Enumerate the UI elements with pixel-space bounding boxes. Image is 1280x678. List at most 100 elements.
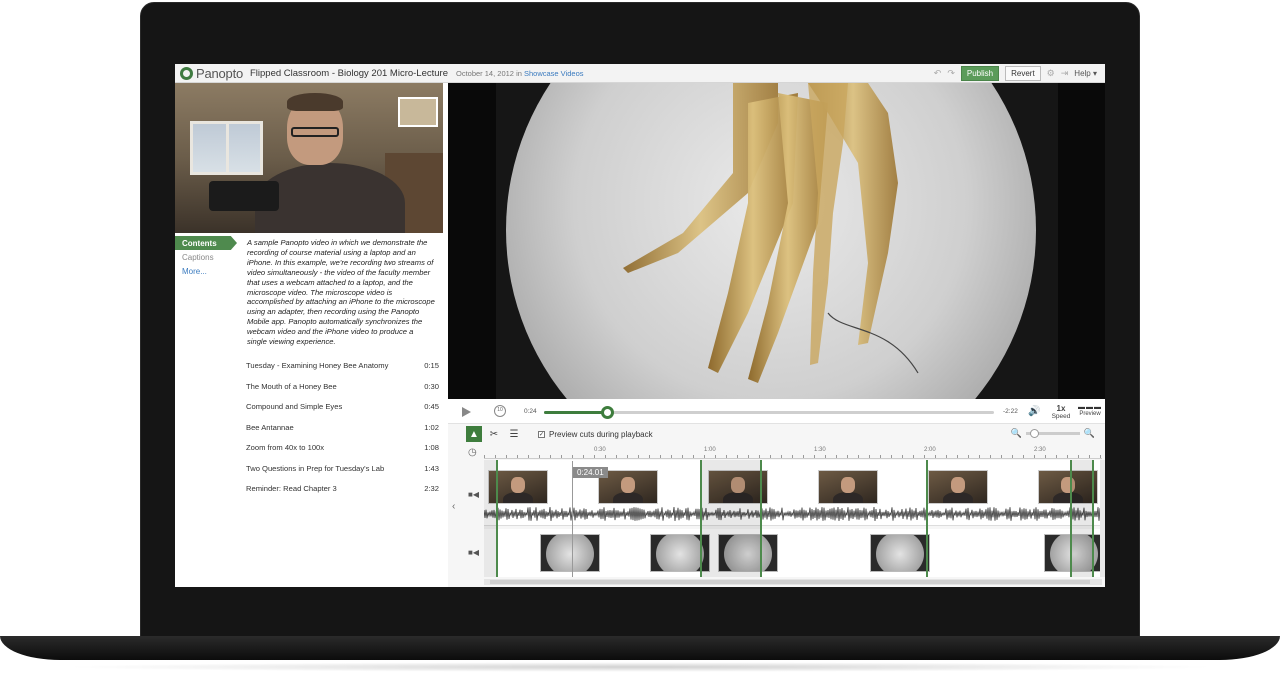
timeline-zoom: 🔍 🔍 (1011, 428, 1095, 439)
zoom-out-icon[interactable]: 🔍 (1011, 428, 1022, 439)
seek-handle[interactable] (601, 406, 614, 419)
timeline-horizontal-scrollbar[interactable] (484, 579, 1102, 585)
contents-item-time: 1:43 (424, 463, 439, 473)
player-controls: 10 0:24 -2:22 🔊 1x Speed ▬▬▬ Preview (448, 399, 1105, 424)
session-meta: October 14, 2012 in Showcase Videos (456, 69, 583, 78)
contents-item-title: The Mouth of a Honey Bee (246, 381, 337, 391)
track-thumbnail (540, 534, 600, 572)
track-thumbnail (870, 534, 930, 572)
chevron-down-icon: ▾ (1092, 69, 1097, 78)
cut-marker[interactable] (700, 460, 702, 577)
speed-value: 1x (1056, 404, 1066, 413)
preview-cuts-checkbox[interactable]: ✓ (538, 431, 545, 438)
cut-marker[interactable] (926, 460, 928, 577)
preview-label: Preview (1079, 411, 1101, 417)
bee-mouthparts-image (623, 83, 919, 383)
folder-link[interactable]: Showcase Videos (524, 69, 583, 78)
exit-icon[interactable]: ⇥ (1061, 68, 1069, 79)
current-time: 0:24 (524, 408, 537, 415)
revert-button[interactable]: Revert (1005, 66, 1041, 81)
contents-item[interactable]: Two Questions in Prep for Tuesday's Lab 1… (246, 464, 439, 485)
cut-tool-icon[interactable]: ✂ (486, 426, 502, 442)
session-description: A sample Panopto video in which we demon… (247, 238, 435, 347)
session-date: October 14, 2012 (456, 69, 514, 78)
help-menu[interactable]: Help ▾ (1074, 69, 1097, 78)
session-title: Flipped Classroom - Biology 201 Micro-Le… (250, 68, 448, 79)
rewind-icon[interactable]: 10 (494, 405, 506, 417)
speed-button[interactable]: 1x Speed (1050, 404, 1072, 420)
tab-more[interactable]: More... (175, 264, 237, 278)
laptop-shadow (60, 662, 1220, 672)
ruler-label: 1:00 (704, 447, 716, 453)
background-painting (398, 97, 438, 127)
preview-button[interactable]: ▬▬▬ Preview (1075, 404, 1105, 417)
contents-item[interactable]: Compound and Simple Eyes 0:45 (246, 402, 439, 423)
speed-label: Speed (1051, 413, 1071, 420)
preview-icon: ▬▬▬ (1078, 404, 1102, 411)
camera-icon: ■◀ (468, 490, 479, 499)
cut-marker[interactable] (1092, 460, 1094, 577)
cut-marker[interactable] (1070, 460, 1072, 577)
redo-icon[interactable]: ↷ (947, 68, 955, 79)
publish-button[interactable]: Publish (960, 66, 1000, 81)
edit-toolbar: ▲ ✂ ☰ (466, 426, 522, 442)
contents-item-time: 1:02 (424, 422, 439, 432)
webcam-video[interactable] (175, 83, 443, 233)
microscope-track[interactable] (484, 529, 1104, 577)
contents-item[interactable]: Reminder: Read Chapter 3 2:32 (246, 484, 439, 505)
contents-list: Tuesday - Examining Honey Bee Anatomy 0:1… (246, 361, 439, 505)
contents-item-time: 0:45 (424, 402, 439, 411)
sidebar-tabs: Contents Captions More... (175, 236, 237, 278)
top-actions: ↶ ↷ Publish Revert ⚙ ⇥ Help ▾ (934, 66, 1097, 81)
presenter-glasses (291, 127, 339, 137)
track-thumbnail (928, 470, 988, 504)
timeline-vertical-scrollbar[interactable] (1100, 460, 1105, 577)
volume-icon[interactable]: 🔊 (1028, 406, 1040, 417)
audio-waveform (484, 507, 1102, 521)
clock-icon: ◷ (468, 447, 477, 458)
preview-cuts-option[interactable]: ✓ Preview cuts during playback (538, 430, 653, 439)
settings-icon[interactable]: ⚙ (1047, 68, 1055, 79)
remaining-time: -2:22 (1003, 408, 1018, 415)
cut-region[interactable] (1070, 460, 1094, 577)
help-label: Help (1074, 69, 1091, 78)
ruler-label: 2:30 (1034, 447, 1046, 453)
ruler-label: 1:30 (814, 447, 826, 453)
logo-text: Panopto (196, 66, 244, 81)
in-word: in (516, 69, 522, 78)
contents-item-time: 0:15 (424, 361, 439, 370)
contents-item[interactable]: Bee Antannae 1:02 (246, 423, 439, 444)
timeline-ruler[interactable]: 0:30 1:00 1:30 2:00 2:30 (484, 445, 1102, 459)
contents-item[interactable]: Zoom from 40x to 100x 1:08 (246, 443, 439, 464)
contents-item-title: Two Questions in Prep for Tuesday's Lab (246, 463, 385, 473)
tab-captions[interactable]: Captions (175, 250, 237, 264)
contents-item[interactable]: Tuesday - Examining Honey Bee Anatomy 0:1… (246, 361, 439, 382)
zoom-in-icon[interactable]: 🔍 (1084, 428, 1095, 439)
panopto-logo[interactable]: Panopto (180, 66, 243, 81)
list-icon[interactable]: ☰ (506, 426, 522, 442)
contents-item-title: Tuesday - Examining Honey Bee Anatomy (246, 361, 389, 370)
zoom-slider-handle[interactable] (1029, 429, 1039, 438)
select-tool-icon[interactable]: ▲ (466, 426, 482, 442)
microscope-video[interactable] (448, 83, 1105, 399)
contents-item-title: Zoom from 40x to 100x (246, 443, 325, 452)
cut-region[interactable] (700, 460, 762, 577)
contents-item-title: Compound and Simple Eyes (246, 402, 343, 411)
app-screen: Panopto Flipped Classroom - Biology 201 … (175, 64, 1105, 587)
collapse-panel-icon[interactable]: ‹ (452, 501, 455, 512)
panopto-logo-icon (180, 67, 193, 80)
contents-item-title: Reminder: Read Chapter 3 (246, 484, 337, 493)
contents-item-time: 0:30 (424, 381, 439, 391)
timeline-editor: ▲ ✂ ☰ ✓ Preview cuts during playback 🔍 🔍… (448, 424, 1105, 587)
cut-marker[interactable] (760, 460, 762, 577)
zoom-slider[interactable] (1025, 429, 1080, 438)
tab-contents[interactable]: Contents (175, 236, 237, 250)
track-thumbnail (818, 470, 878, 504)
seek-bar[interactable] (544, 406, 994, 419)
presenter-hair (287, 93, 343, 111)
contents-item[interactable]: The Mouth of a Honey Bee 0:30 (246, 382, 439, 403)
cut-marker[interactable] (496, 460, 498, 577)
play-icon[interactable] (462, 407, 471, 417)
timeline-playhead[interactable] (572, 461, 573, 577)
undo-icon[interactable]: ↶ (934, 68, 942, 79)
